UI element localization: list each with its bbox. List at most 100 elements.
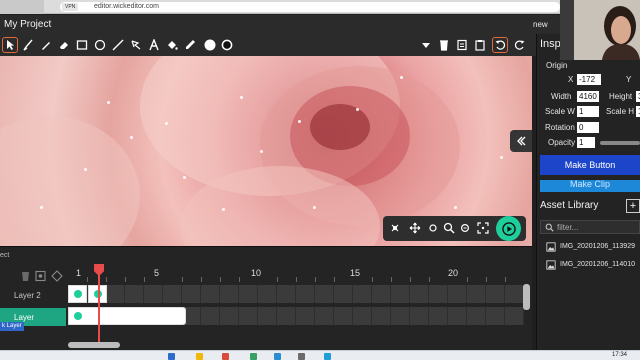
x-field[interactable]: -172	[577, 74, 601, 85]
text-tool[interactable]	[146, 37, 162, 53]
app-icon[interactable]	[274, 353, 281, 360]
pencil-icon	[42, 42, 50, 50]
frame-1[interactable]	[68, 285, 87, 303]
timeline-horizontal-scrollbar[interactable]	[68, 342, 120, 348]
search-icon	[545, 223, 554, 232]
vpn-badge[interactable]: VPN	[62, 3, 79, 11]
eyedropper-tool[interactable]	[182, 37, 198, 53]
snowflake	[222, 208, 225, 211]
opacity-slider[interactable]	[600, 141, 640, 145]
width-field[interactable]: 4160	[577, 91, 599, 102]
paste-button[interactable]	[472, 37, 488, 53]
snowflake	[400, 76, 403, 79]
frame-tick	[87, 277, 88, 282]
play-button[interactable]	[496, 216, 521, 241]
frame-1-tween[interactable]	[68, 307, 186, 325]
copy-button[interactable]	[454, 37, 470, 53]
frames-row-layer[interactable]	[68, 307, 524, 325]
zoom-button[interactable]	[441, 220, 457, 236]
canvas-controls	[383, 216, 526, 241]
layer-row-layer-2[interactable]: Layer 2	[0, 286, 66, 304]
line-tool[interactable]	[110, 37, 126, 53]
send-backward-button[interactable]	[418, 37, 434, 53]
fill-bucket-tool[interactable]	[164, 37, 180, 53]
zoom-out-button[interactable]	[425, 220, 441, 236]
opacity-field[interactable]: 1	[577, 137, 595, 148]
snowflake	[500, 156, 503, 159]
windows-app-icon[interactable]	[168, 353, 175, 360]
new-project-link[interactable]: new	[533, 20, 548, 29]
eraser-tool[interactable]	[56, 37, 72, 53]
path-tool[interactable]	[128, 37, 144, 53]
move-icon	[409, 222, 421, 234]
add-asset-button[interactable]: +	[626, 199, 640, 213]
timeline-vertical-scrollbar[interactable]	[523, 284, 530, 310]
delete-button[interactable]	[436, 37, 452, 53]
redo-icon	[514, 40, 525, 50]
zoom-in-button[interactable]	[457, 220, 473, 236]
file-explorer-icon[interactable]	[196, 353, 203, 360]
redo-button[interactable]	[512, 37, 528, 53]
fill-color-icon	[204, 39, 216, 51]
app-icon[interactable]	[250, 353, 257, 360]
playhead-line	[98, 272, 100, 342]
make-clip-button[interactable]: Make Clip	[540, 180, 640, 192]
ellipse-tool[interactable]	[92, 37, 108, 53]
asset-filter-placeholder: filter...	[557, 223, 579, 232]
os-taskbar: 17:34	[0, 350, 640, 360]
frame-tick	[182, 277, 183, 282]
app-icon[interactable]	[324, 353, 331, 360]
browser-icon[interactable]	[222, 353, 229, 360]
zoom-icon	[443, 222, 455, 234]
fill-color-swatch[interactable]	[202, 37, 218, 53]
snowflake	[130, 136, 133, 139]
url-text[interactable]: editor.wickeditor.com	[94, 2, 159, 12]
timeline-tab[interactable]: ect	[0, 252, 9, 259]
layer-tools-icons	[22, 270, 63, 282]
opacity-label: Opacity	[548, 138, 576, 147]
frame-label: 15	[350, 268, 361, 278]
gesture-button[interactable]	[387, 220, 403, 236]
asset-item[interactable]: IMG_20201206_114010	[544, 259, 640, 271]
text-icon	[149, 39, 159, 51]
brush-tool[interactable]	[20, 37, 36, 53]
rotation-field[interactable]: 0	[577, 122, 599, 133]
frame-tick	[391, 277, 392, 282]
frame-tick	[296, 277, 297, 282]
frame-tick	[277, 277, 278, 282]
app-icon[interactable]	[298, 353, 305, 360]
snowflake	[84, 168, 87, 171]
collapse-inspector-button[interactable]	[510, 130, 532, 152]
delete-layer-icon[interactable]	[22, 272, 29, 281]
undo-button[interactable]	[492, 37, 508, 53]
browser-tabstrip[interactable]	[0, 0, 44, 14]
cursor-tool[interactable]	[2, 37, 18, 53]
scale-w-field[interactable]: 1	[577, 106, 599, 117]
asset-filter-input[interactable]: filter...	[540, 220, 640, 234]
onion-skin-icon[interactable]	[51, 270, 63, 282]
asset-item-name: IMG_20201206_113929	[560, 243, 635, 250]
make-button-button[interactable]: Make Button	[540, 155, 640, 175]
asset-item[interactable]: IMG_20201206_113929	[544, 241, 640, 253]
frame-tick	[144, 277, 145, 282]
frame-ruler[interactable]: 1 5 10 15 20	[68, 268, 524, 282]
project-title[interactable]: My Project	[4, 19, 51, 30]
fit-screen-button[interactable]	[475, 220, 491, 236]
y-label: Y	[626, 75, 632, 84]
playhead[interactable]	[94, 264, 104, 342]
brush-icon	[23, 39, 33, 51]
frame-tick	[372, 277, 373, 282]
frame-tick	[220, 277, 221, 282]
height-field[interactable]: 3	[636, 91, 640, 102]
address-bar[interactable]: VPN editor.wickeditor.com	[60, 2, 560, 12]
move-button[interactable]	[407, 220, 423, 236]
scale-h-field[interactable]: 1	[636, 106, 640, 117]
frame-tick	[467, 277, 468, 282]
frames-row-layer-2[interactable]	[68, 285, 524, 303]
stroke-color-swatch[interactable]	[219, 37, 235, 53]
eraser-icon	[60, 42, 68, 49]
snowflake	[183, 176, 186, 179]
pencil-tool[interactable]	[38, 37, 54, 53]
frame-label: 1	[76, 268, 82, 278]
rectangle-tool[interactable]	[74, 37, 90, 53]
